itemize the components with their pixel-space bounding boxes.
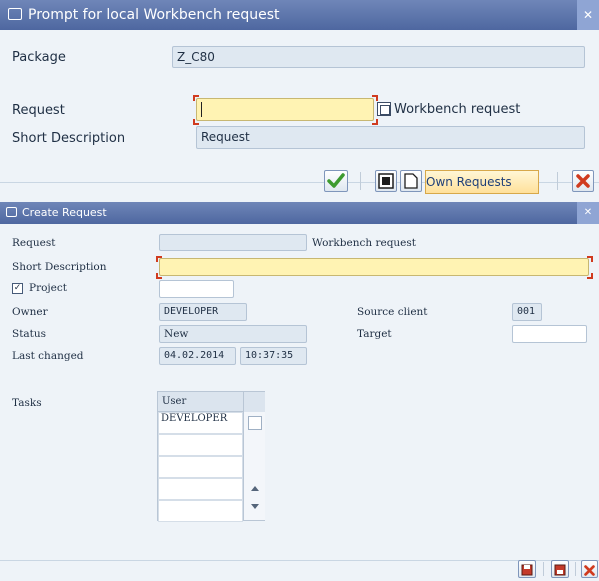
owner-field: DEVELOPER xyxy=(159,303,247,321)
toolbar-separator xyxy=(360,172,361,190)
column-settings-icon[interactable] xyxy=(243,392,265,412)
save-icon xyxy=(521,564,533,576)
save-local-button[interactable] xyxy=(551,560,569,578)
tasks-table: User DEVELOPER xyxy=(157,391,265,522)
local-object-icon xyxy=(554,564,566,576)
task-row[interactable] xyxy=(158,500,243,522)
short-description-label: Short Description xyxy=(12,131,126,146)
required-marker xyxy=(193,95,199,101)
project-checkbox[interactable]: ✓ xyxy=(12,283,23,294)
task-row[interactable] xyxy=(158,478,243,500)
request-label: Request xyxy=(12,237,56,249)
source-client-label: Source client xyxy=(357,306,428,318)
required-marker xyxy=(156,273,162,279)
last-changed-label: Last changed xyxy=(12,350,84,362)
request-label: Request xyxy=(12,103,65,118)
status-field: New xyxy=(159,325,307,343)
source-client-field: 001 xyxy=(512,303,542,321)
cancel-button[interactable] xyxy=(581,560,598,578)
status-label: Status xyxy=(12,328,47,340)
scroll-thumb[interactable] xyxy=(248,416,262,430)
dialog1-title: Prompt for local Workbench request xyxy=(28,7,280,23)
dialog2-titlebar: Create Request ✕ xyxy=(0,202,599,224)
request-list-icon xyxy=(378,173,394,189)
dialog2-title: Create Request xyxy=(22,206,107,219)
project-input[interactable] xyxy=(159,280,234,298)
dialog1-close-icon[interactable]: ✕ xyxy=(577,0,599,30)
create-request-button[interactable] xyxy=(400,170,422,192)
display-request-button[interactable] xyxy=(375,170,397,192)
task-row[interactable] xyxy=(158,456,243,478)
short-description-input[interactable]: Request xyxy=(196,126,585,149)
target-label: Target xyxy=(357,328,392,340)
required-marker xyxy=(372,95,378,101)
window-prompt-icon xyxy=(6,207,17,217)
scroll-down-icon[interactable] xyxy=(251,504,259,509)
target-input[interactable] xyxy=(512,325,587,343)
scroll-up-icon[interactable] xyxy=(251,486,259,491)
toolbar-separator xyxy=(543,562,544,576)
short-description-label: Short Description xyxy=(12,261,107,273)
task-row[interactable] xyxy=(158,434,243,456)
required-marker xyxy=(372,119,378,125)
close-red-icon xyxy=(576,174,590,188)
save-button[interactable] xyxy=(518,560,536,578)
new-document-icon xyxy=(404,173,418,189)
request-input[interactable] xyxy=(196,98,374,121)
toolbar-separator xyxy=(575,562,576,576)
request-number-field xyxy=(159,234,307,251)
package-label: Package xyxy=(12,50,66,65)
tasks-column-header-user[interactable]: User xyxy=(158,392,243,412)
search-help-icon[interactable] xyxy=(377,102,391,116)
required-marker xyxy=(193,119,199,125)
workbench-request-label: Workbench request xyxy=(394,102,521,117)
checkmark-icon xyxy=(327,173,345,188)
text-cursor xyxy=(201,102,202,117)
last-changed-date-field: 04.02.2014 xyxy=(159,347,236,365)
required-marker xyxy=(587,273,593,279)
last-changed-time-field: 10:37:35 xyxy=(240,347,307,365)
confirm-button[interactable] xyxy=(324,170,348,192)
required-marker xyxy=(587,256,593,262)
package-field: Z_C80 xyxy=(172,46,585,68)
tasks-scrollbar[interactable] xyxy=(243,412,265,520)
owner-label: Owner xyxy=(12,306,48,318)
own-requests-button[interactable]: Own Requests xyxy=(425,170,539,194)
dialog2-close-icon[interactable]: ✕ xyxy=(577,202,599,224)
required-marker xyxy=(156,256,162,262)
tasks-label: Tasks xyxy=(12,397,42,409)
project-label: Project xyxy=(29,282,67,294)
toolbar-separator xyxy=(557,172,558,190)
cancel-button[interactable] xyxy=(572,170,594,192)
short-description-input[interactable] xyxy=(159,258,589,276)
task-row[interactable]: DEVELOPER xyxy=(158,412,243,434)
dialog1-titlebar: Prompt for local Workbench request ✕ xyxy=(0,0,599,30)
close-red-icon xyxy=(584,565,595,576)
request-type-label: Workbench request xyxy=(312,237,417,249)
window-prompt-icon xyxy=(8,8,22,20)
tasks-rows: DEVELOPER xyxy=(158,412,243,522)
